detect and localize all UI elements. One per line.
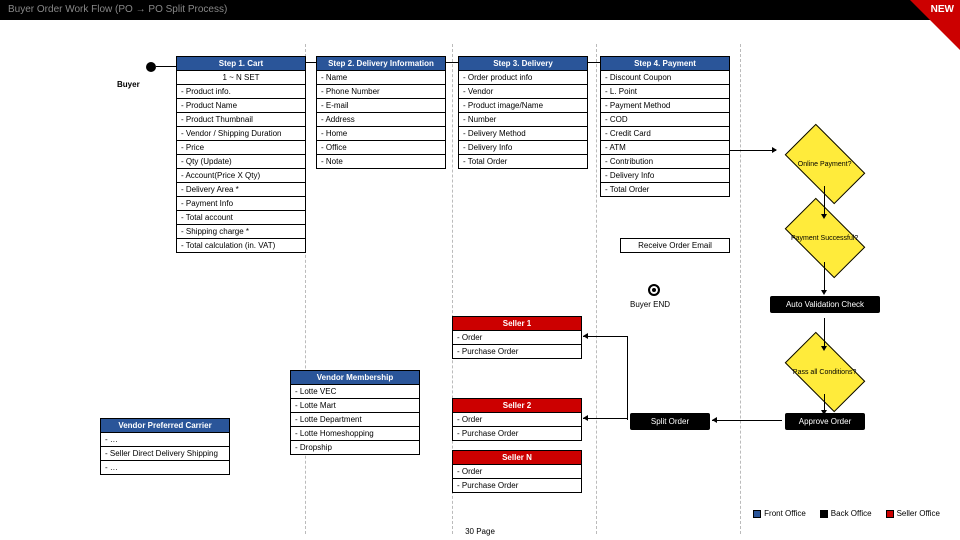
row: - Purchase Order (453, 427, 581, 440)
row: - Lotte VEC (291, 385, 419, 399)
title-bar: Buyer Order Work Flow (PO → PO Split Pro… (0, 0, 960, 20)
row: - Lotte Department (291, 413, 419, 427)
row: - Shipping charge * (177, 225, 305, 239)
row: - Account(Price X Qty) (177, 169, 305, 183)
approve-order-box: Approve Order (785, 413, 865, 430)
row: - Name (317, 71, 445, 85)
row: - Order (453, 331, 581, 345)
end-node (648, 284, 660, 296)
row: - Seller Direct Delivery Shipping (101, 447, 229, 461)
row: - Total calculation (in. VAT) (177, 239, 305, 252)
receive-order-email: Receive Order Email (620, 238, 730, 253)
row: - Lotte Homeshopping (291, 427, 419, 441)
row: - Contribution (601, 155, 729, 169)
decision-pass-conditions: Pass all Conditions? (785, 332, 866, 413)
row: - Product Name (177, 99, 305, 113)
row: - Vendor / Shipping Duration (177, 127, 305, 141)
row: - Order (453, 465, 581, 479)
legend: Front Office Back Office Seller Office (753, 509, 940, 518)
row: - … (101, 433, 229, 447)
step-head: Step 2. Delivery Information (317, 57, 445, 71)
row: - … (101, 461, 229, 474)
row: - Office (317, 141, 445, 155)
row: - Address (317, 113, 445, 127)
row: - Home (317, 127, 445, 141)
step-sub: 1 ~ N SET (177, 71, 305, 85)
row: - Purchase Order (453, 479, 581, 492)
row: - Delivery Method (459, 127, 587, 141)
row: - Delivery Area * (177, 183, 305, 197)
row: - Delivery Info (459, 141, 587, 155)
row: - Delivery Info (601, 169, 729, 183)
sellerN-box: Seller N - Order - Purchase Order (452, 450, 582, 493)
row: - Purchase Order (453, 345, 581, 358)
page-title: Buyer Order Work Flow (PO → PO Split Pro… (8, 4, 227, 15)
block-head: Vendor Membership (291, 371, 419, 385)
row: - Total Order (459, 155, 587, 168)
vendor-membership: Vendor Membership - Lotte VEC - Lotte Ma… (290, 370, 420, 455)
step3-delivery: Step 3. Delivery - Order product info - … (458, 56, 588, 169)
page-number: 30 Page (465, 527, 495, 536)
end-label: Buyer END (630, 300, 670, 309)
row: - Order (453, 413, 581, 427)
legend-back-office: Back Office (820, 509, 872, 518)
step4-payment: Step 4. Payment - Discount Coupon - L. P… (600, 56, 730, 197)
row: - Lotte Mart (291, 399, 419, 413)
seller-head: Seller 2 (453, 399, 581, 413)
row: - Payment Info (177, 197, 305, 211)
row: - L. Point (601, 85, 729, 99)
legend-front-office: Front Office (753, 509, 806, 518)
decision-payment-success: Payment Successful? (785, 198, 866, 279)
diagram-canvas: Buyer Step 1. Cart 1 ~ N SET - Product i… (0, 20, 960, 540)
row: - Price (177, 141, 305, 155)
row: - Note (317, 155, 445, 168)
row: - Number (459, 113, 587, 127)
row: - E-mail (317, 99, 445, 113)
row: - Product info. (177, 85, 305, 99)
row: - Discount Coupon (601, 71, 729, 85)
step-head: Step 4. Payment (601, 57, 729, 71)
decision-online-payment: Online Payment? (785, 124, 866, 205)
row: - Total Order (601, 183, 729, 196)
seller1-box: Seller 1 - Order - Purchase Order (452, 316, 582, 359)
start-node (146, 62, 156, 72)
legend-seller-office: Seller Office (886, 509, 940, 518)
row: - Credit Card (601, 127, 729, 141)
row: - Phone Number (317, 85, 445, 99)
step1-cart: Step 1. Cart 1 ~ N SET - Product info. -… (176, 56, 306, 253)
seller-head: Seller N (453, 451, 581, 465)
seller2-box: Seller 2 - Order - Purchase Order (452, 398, 582, 441)
row: - COD (601, 113, 729, 127)
row: - Payment Method (601, 99, 729, 113)
buyer-lane-label: Buyer (117, 80, 140, 89)
vendor-preferred-carrier: Vendor Preferred Carrier - … - Seller Di… (100, 418, 230, 475)
seller-head: Seller 1 (453, 317, 581, 331)
row: - Vendor (459, 85, 587, 99)
row: - ATM (601, 141, 729, 155)
row: - Qty (Update) (177, 155, 305, 169)
split-order-box: Split Order (630, 413, 710, 430)
row: - Total account (177, 211, 305, 225)
auto-validation-box: Auto Validation Check (770, 296, 880, 313)
step-head: Step 3. Delivery (459, 57, 587, 71)
row: Receive Order Email (621, 239, 729, 252)
row: - Dropship (291, 441, 419, 454)
row: - Product Thumbnail (177, 113, 305, 127)
row: - Order product info (459, 71, 587, 85)
block-head: Vendor Preferred Carrier (101, 419, 229, 433)
step2-delivery-info: Step 2. Delivery Information - Name - Ph… (316, 56, 446, 169)
row: - Product image/Name (459, 99, 587, 113)
step-head: Step 1. Cart (177, 57, 305, 71)
